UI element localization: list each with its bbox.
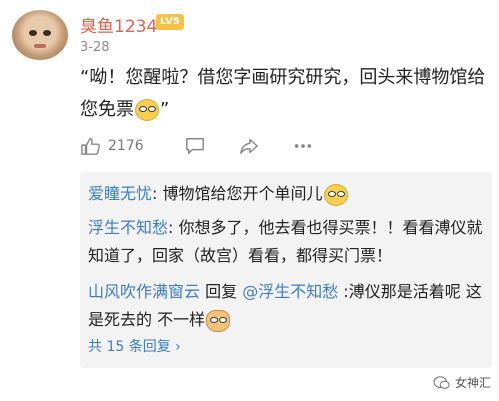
comment-icon[interactable] [184,136,206,156]
reply-username[interactable]: 爱瞳无忧 [88,184,152,203]
avatar-mouth [34,44,46,48]
reply-separator: : [168,218,179,237]
post-text-end: ” [160,99,170,120]
post-content: “呦！您醒啦？借您字画研究研究，回头来博物馆给您免票” [80,62,492,126]
watermark-text: 女神汇 [454,376,491,390]
reply-text: 博物馆给您开个单间儿 [162,184,323,203]
reply-item: 山风吹作满窗云 回复 @浮生不知愁 :溥仪那是活着呢 这是死去的 不一样 [88,278,484,334]
reply-username[interactable]: 浮生不知愁 [88,218,168,237]
more-dots-icon[interactable] [292,136,314,156]
share-icon[interactable] [238,136,260,156]
like-count: 2176 [108,138,144,154]
thumb-up-icon[interactable] [80,136,102,156]
smirk-emoji-icon [135,99,159,121]
doge-emoji-icon [206,309,231,332]
reply-username[interactable]: 山风吹作满窗云 [88,282,200,301]
more-replies-link[interactable]: 共 15 条回复 › [88,336,181,356]
reply-middle: 回复 [200,282,243,301]
action-bar: 2176 [80,136,320,156]
reply-separator: : [152,184,163,203]
watermark: 女神汇 [433,374,491,391]
wechat-icon [433,375,450,389]
avatar-eye-left [29,30,37,36]
reply-section: 爱瞳无忧: 博物馆给您开个单间儿 浮生不知愁: 你想多了，他去看也得买票！！看看… [80,172,492,368]
post-date: 3-28 [80,40,110,55]
smirk-emoji-icon [323,183,348,206]
reply-item: 爱瞳无忧: 博物馆给您开个单间儿 [88,180,484,208]
reply-mention[interactable]: @浮生不知愁 [242,282,338,301]
avatar-eye-right [43,30,51,36]
reply-separator: : [338,282,349,301]
level-badge: LV5 [156,14,184,30]
reply-item: 浮生不知愁: 你想多了，他去看也得买票！！看看溥仪就知道了，回家（故宫）看看，都… [88,214,484,270]
post-username[interactable]: 臭鱼1234 [80,12,157,37]
avatar[interactable] [12,10,68,60]
